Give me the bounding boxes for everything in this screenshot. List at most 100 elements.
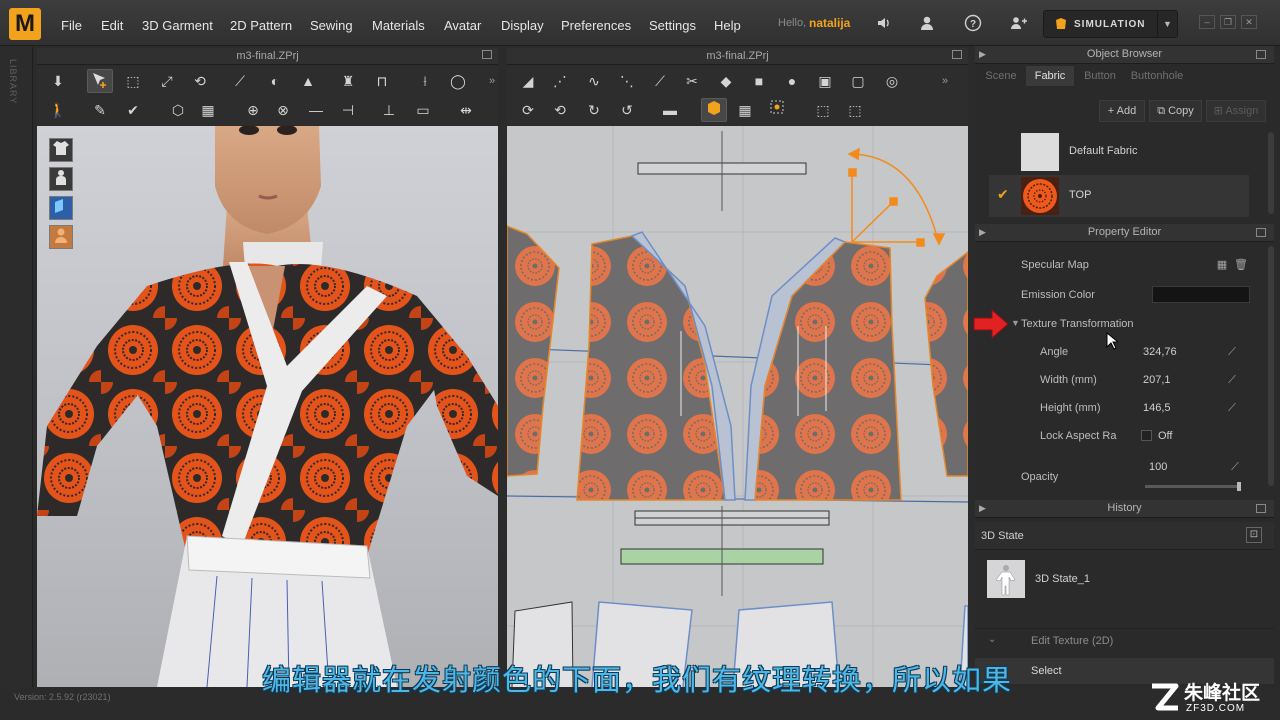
add-point-icon[interactable]: ⋱ xyxy=(614,69,640,93)
move-down-icon[interactable]: ⬇ xyxy=(45,69,71,93)
pin-icon[interactable]: ⟋ xyxy=(227,69,253,93)
tape-icon[interactable]: ◯ xyxy=(445,69,471,93)
check-sewing-icon[interactable]: ↺ xyxy=(614,98,640,122)
eyedropper-icon[interactable]: ⟋ xyxy=(1226,402,1238,414)
split-icon[interactable]: ⇹ xyxy=(453,98,479,122)
grid-icon[interactable]: ▦ xyxy=(195,98,221,122)
edit-texture-icon[interactable] xyxy=(701,98,727,122)
chevron-down-icon[interactable]: ▼ xyxy=(1157,11,1177,37)
cut-icon[interactable]: ✂ xyxy=(679,69,705,93)
camera-icon[interactable]: ⊡ xyxy=(1246,527,1262,543)
tab-button[interactable]: Button xyxy=(1076,66,1124,86)
expand-icon[interactable]: ⌄ xyxy=(988,634,996,645)
edit-sewing-icon[interactable]: ▬ xyxy=(657,98,683,122)
maximize-icon[interactable] xyxy=(1256,504,1266,513)
maximize-icon[interactable] xyxy=(482,50,492,59)
opacity-value[interactable]: 100 xyxy=(1149,461,1167,473)
speaker-icon[interactable] xyxy=(875,14,893,32)
tab-buttonhole[interactable]: Buttonhole xyxy=(1125,66,1189,86)
eyedropper-icon[interactable]: ⟋ xyxy=(1226,346,1238,358)
internal-circle-icon[interactable]: ◎ xyxy=(879,69,905,93)
copy-button[interactable]: ⧉ Copy xyxy=(1149,100,1202,122)
opacity-slider-handle[interactable] xyxy=(1237,482,1241,491)
maximize-icon[interactable] xyxy=(952,50,962,59)
tack-icon[interactable]: ⟲ xyxy=(187,69,213,93)
simulation-button[interactable]: SIMULATION ▼ xyxy=(1043,10,1178,38)
close-icon[interactable]: ✕ xyxy=(1241,15,1257,29)
collapse-icon[interactable]: ▼ xyxy=(1011,318,1020,328)
edit-point-icon[interactable]: ⋰ xyxy=(547,69,573,93)
user-icon[interactable] xyxy=(918,14,936,32)
more-tools-icon[interactable]: » xyxy=(939,69,951,93)
texture-transformation-label[interactable]: Texture Transformation xyxy=(1021,318,1134,330)
polygon-icon[interactable]: ◆ xyxy=(713,69,739,93)
menu-file[interactable]: File xyxy=(61,18,82,33)
circle-icon[interactable]: ● xyxy=(779,69,805,93)
trash-icon[interactable]: 🗑 xyxy=(1234,259,1248,271)
curve-point-icon[interactable]: ⟋ xyxy=(647,69,673,93)
viewport-2d[interactable] xyxy=(507,126,968,687)
internal-rect-icon[interactable]: ▢ xyxy=(845,69,871,93)
segment-sewing-icon[interactable]: ⟳ xyxy=(515,98,541,122)
emission-color-swatch[interactable] xyxy=(1152,286,1250,303)
piping-icon[interactable]: ⊥ xyxy=(376,98,402,122)
grid-view-icon[interactable]: ▦ xyxy=(1216,259,1228,271)
more-tools-icon[interactable]: » xyxy=(486,69,498,93)
menu-materials[interactable]: Materials xyxy=(372,18,425,33)
eyedropper-icon[interactable]: ⟋ xyxy=(1226,374,1238,386)
object-browser-scrollbar[interactable] xyxy=(1268,132,1274,214)
menu-edit[interactable]: Edit xyxy=(101,18,123,33)
fabric-icon[interactable] xyxy=(49,196,73,220)
select-mesh-icon[interactable]: ⬚ xyxy=(120,69,146,93)
select-box-icon[interactable]: ⬚ xyxy=(810,98,836,122)
menu-avatar[interactable]: Avatar xyxy=(444,18,481,33)
garment-icon[interactable] xyxy=(49,138,73,162)
width-value[interactable]: 207,1 xyxy=(1143,374,1171,386)
3d-pen-icon[interactable]: ✎ xyxy=(87,98,113,122)
add-button[interactable]: + Add xyxy=(1099,100,1145,122)
menu-help[interactable]: Help xyxy=(714,18,741,33)
avatar-pose-icon[interactable]: 🚶 xyxy=(45,98,71,122)
opacity-slider[interactable] xyxy=(1145,482,1241,491)
gravity-icon[interactable]: ◐ xyxy=(262,69,288,93)
maximize-icon[interactable] xyxy=(1256,228,1266,237)
arrangement-icon[interactable]: ♜ xyxy=(335,69,361,93)
edit-texture-row[interactable]: ⌄ Edit Texture (2D) xyxy=(975,628,1274,652)
restore-icon[interactable]: ❐ xyxy=(1220,15,1236,29)
buttonhole-tool-icon[interactable]: ⊗ xyxy=(270,98,296,122)
library-panel[interactable]: LIBRARY xyxy=(0,47,33,687)
assign-button[interactable]: ⊞ Assign xyxy=(1206,100,1266,122)
edit-curve-icon[interactable]: ∿ xyxy=(581,69,607,93)
history-state-item[interactable]: 3D State_1 xyxy=(975,554,1274,604)
multi-sewing-icon[interactable]: ↻ xyxy=(581,98,607,122)
fabric-item-top[interactable]: ✔ TOP xyxy=(989,175,1249,217)
pin-icon[interactable]: ▶ xyxy=(979,46,986,63)
tab-fabric[interactable]: Fabric xyxy=(1026,66,1074,86)
free-sewing-icon[interactable]: ⟲ xyxy=(547,98,573,122)
tab-scene[interactable]: Scene xyxy=(978,66,1024,86)
skin-icon[interactable] xyxy=(49,225,73,249)
texture-edit-icon[interactable]: ⬡ xyxy=(165,98,191,122)
graphic-icon[interactable]: ▦ xyxy=(732,98,758,122)
maximize-icon[interactable] xyxy=(1256,50,1266,59)
fold-icon[interactable]: ▲ xyxy=(295,69,321,93)
property-editor-scrollbar[interactable] xyxy=(1268,246,1274,486)
transform-pattern-icon[interactable]: ◢ xyxy=(515,69,541,93)
fabric-item-default[interactable]: Default Fabric xyxy=(989,131,1249,173)
viewport-3d[interactable] xyxy=(37,126,498,687)
user-name[interactable]: natalija xyxy=(809,16,850,30)
select-move-icon[interactable] xyxy=(87,69,113,93)
share-icon[interactable] xyxy=(1009,14,1027,32)
menu-preferences[interactable]: Preferences xyxy=(561,18,631,33)
menu-sewing[interactable]: Sewing xyxy=(310,18,353,33)
minimize-icon[interactable]: – xyxy=(1199,15,1215,29)
zipper-icon[interactable]: ⊣ xyxy=(335,98,361,122)
puckering-icon[interactable]: ▭ xyxy=(410,98,436,122)
measure-icon[interactable]: ⟊ xyxy=(412,69,438,93)
help-icon[interactable]: ? xyxy=(964,14,982,32)
button-tool-icon[interactable]: ⊕ xyxy=(240,98,266,122)
transform-icon[interactable]: ⤢ xyxy=(154,69,180,93)
pin-icon[interactable]: ▶ xyxy=(979,224,986,241)
tuck-icon[interactable]: ⊓ xyxy=(369,69,395,93)
line-tool-icon[interactable]: — xyxy=(303,98,329,122)
